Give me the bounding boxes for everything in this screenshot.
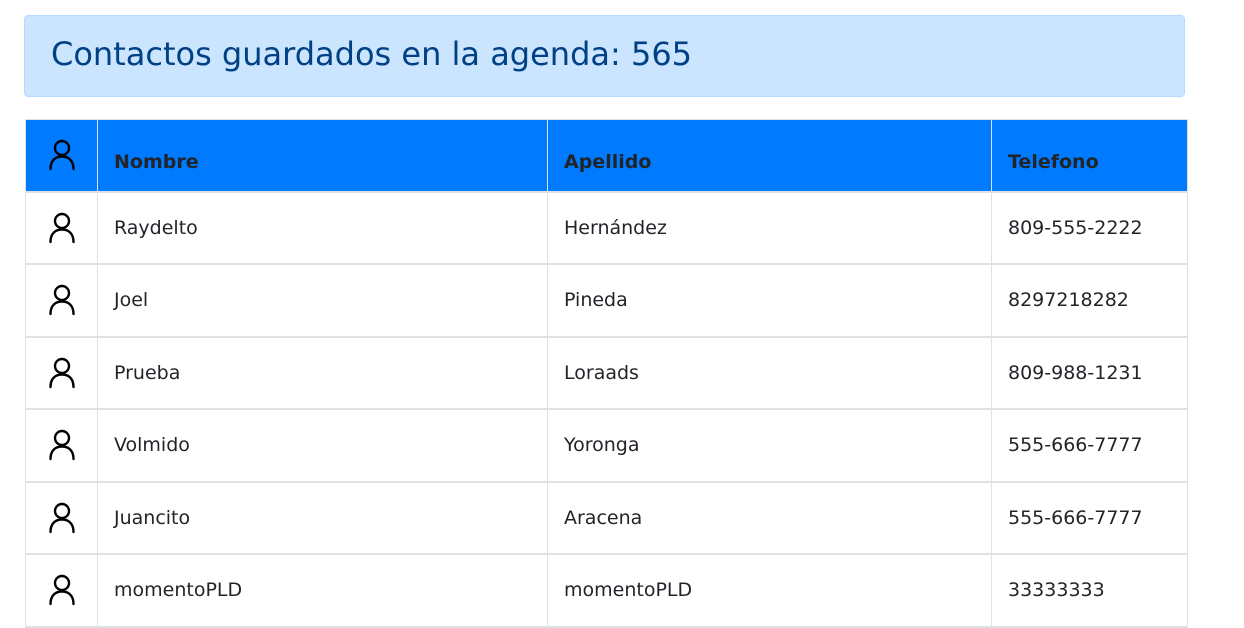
- table-row[interactable]: Juancito Aracena 555-666-7777: [25, 481, 1188, 555]
- cell-telefono: 33333333: [991, 553, 1188, 628]
- header-icon-cell: [25, 119, 98, 193]
- cell-apellido: Hernández: [547, 191, 992, 265]
- header-nombre[interactable]: Nombre: [97, 119, 548, 193]
- row-icon-cell: [25, 408, 98, 483]
- cell-nombre: Prueba: [97, 336, 548, 410]
- header-telefono[interactable]: Telefono: [991, 119, 1188, 193]
- person-icon: [48, 574, 76, 606]
- cell-apellido: Pineda: [547, 263, 992, 338]
- person-icon: [48, 212, 76, 244]
- cell-apellido: Yoronga: [547, 408, 992, 483]
- person-icon: [48, 284, 76, 316]
- cell-apellido: Loraads: [547, 336, 992, 410]
- cell-telefono: 809-988-1231: [991, 336, 1188, 410]
- cell-nombre: Raydelto: [97, 191, 548, 265]
- person-icon: [48, 139, 76, 171]
- person-icon: [48, 502, 76, 534]
- table-row[interactable]: momentoPLD momentoPLD 33333333: [25, 553, 1188, 628]
- header-apellido[interactable]: Apellido: [547, 119, 992, 193]
- header-row: Nombre Apellido Telefono: [25, 119, 1188, 193]
- cell-nombre: momentoPLD: [97, 553, 548, 628]
- contacts-table-header: Nombre Apellido Telefono: [25, 119, 1188, 193]
- contacts-table: Nombre Apellido Telefono Raydelto Hernán…: [25, 119, 1188, 628]
- table-row[interactable]: Prueba Loraads 809-988-1231: [25, 336, 1188, 410]
- table-row[interactable]: Volmido Yoronga 555-666-7777: [25, 408, 1188, 483]
- cell-nombre: Joel: [97, 263, 548, 338]
- person-icon: [48, 357, 76, 389]
- row-icon-cell: [25, 191, 98, 265]
- cell-telefono: 555-666-7777: [991, 481, 1188, 555]
- row-icon-cell: [25, 263, 98, 338]
- cell-nombre: Volmido: [97, 408, 548, 483]
- row-icon-cell: [25, 336, 98, 410]
- cell-telefono: 555-666-7777: [991, 408, 1188, 483]
- cell-apellido: momentoPLD: [547, 553, 992, 628]
- cell-apellido: Aracena: [547, 481, 992, 555]
- person-icon: [48, 429, 76, 461]
- cell-nombre: Juancito: [97, 481, 548, 555]
- contacts-table-body: Raydelto Hernández 809-555-2222 Joel Pin…: [25, 191, 1188, 628]
- row-icon-cell: [25, 481, 98, 555]
- cell-telefono: 809-555-2222: [991, 191, 1188, 265]
- contacts-count-banner: Contactos guardados en la agenda: 565: [24, 15, 1185, 97]
- page-title: Contactos guardados en la agenda: 565: [51, 35, 693, 73]
- table-row[interactable]: Raydelto Hernández 809-555-2222: [25, 191, 1188, 265]
- table-row[interactable]: Joel Pineda 8297218282: [25, 263, 1188, 338]
- row-icon-cell: [25, 553, 98, 628]
- cell-telefono: 8297218282: [991, 263, 1188, 338]
